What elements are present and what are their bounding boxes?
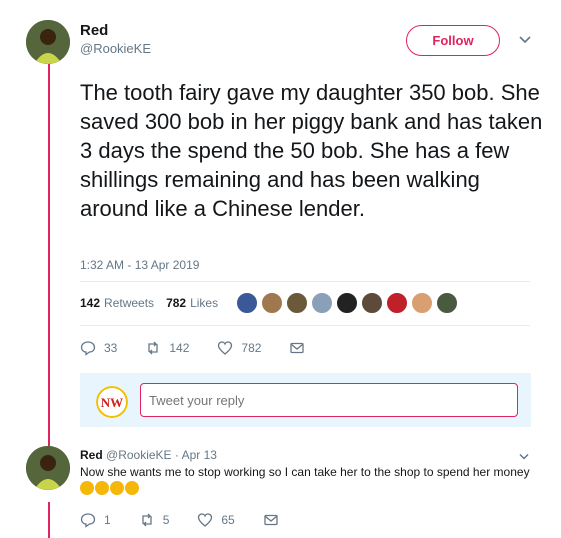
like-button[interactable]: 782: [217, 340, 261, 356]
retweet-icon: [148, 341, 159, 355]
follow-button[interactable]: Follow: [406, 25, 500, 56]
engagement-stats: 142 Retweets 782 Likes: [80, 293, 230, 313]
reply-author-handle[interactable]: @RookieKE: [106, 448, 172, 462]
reply-icon: [80, 341, 96, 356]
author-name[interactable]: Red: [80, 22, 108, 39]
liker-avatar[interactable]: [261, 292, 283, 314]
direct-message-button[interactable]: [289, 340, 313, 356]
laughing-emoji-icon: [110, 481, 124, 495]
reply-button[interactable]: 33: [80, 340, 117, 356]
chevron-down-icon[interactable]: [518, 453, 530, 461]
thread-line-lower: [48, 502, 50, 538]
heart-icon: [218, 341, 233, 355]
reply-message-button[interactable]: [263, 512, 287, 528]
reply-retweet-button[interactable]: 5: [139, 512, 169, 528]
reply-date[interactable]: · Apr 13: [175, 448, 217, 462]
reply-actions: 1 5 65: [80, 512, 315, 528]
tweet-timestamp[interactable]: 1:32 AM - 13 Apr 2019: [80, 258, 199, 272]
message-icon: [264, 514, 278, 526]
laughing-emoji-icon: [125, 481, 139, 495]
reply-header: Red @RookieKE · Apr 13: [80, 448, 217, 462]
retweets-stat[interactable]: 142 Retweets: [80, 296, 154, 310]
liker-avatar[interactable]: [386, 292, 408, 314]
author-avatar[interactable]: [26, 20, 70, 64]
current-user-avatar: NW: [96, 386, 128, 418]
heart-icon: [198, 513, 213, 527]
laughing-emoji-group: [80, 481, 140, 496]
liker-avatar[interactable]: [361, 292, 383, 314]
retweet-button[interactable]: 142: [145, 340, 189, 356]
reply-like-button[interactable]: 65: [197, 512, 235, 528]
tweet-text: The tooth fairy gave my daughter 350 bob…: [80, 80, 543, 221]
reply-reply-button[interactable]: 1: [80, 512, 111, 528]
retweet-icon: [142, 513, 152, 527]
likes-stat[interactable]: 782 Likes: [166, 296, 218, 310]
reply-author-name[interactable]: Red: [80, 448, 103, 462]
liker-avatars: [236, 292, 461, 314]
tweet-actions: 33 142 782: [80, 340, 341, 356]
reply-text-block: Now she wants me to stop working so I ca…: [80, 464, 530, 498]
reply-icon: [80, 513, 96, 528]
liker-avatar[interactable]: [311, 292, 333, 314]
laughing-emoji-icon: [95, 481, 109, 495]
reply-input[interactable]: [140, 383, 518, 417]
reply-composer: NW: [80, 373, 531, 427]
reply-text: Now she wants me to stop working so I ca…: [80, 465, 530, 479]
message-icon: [290, 342, 305, 354]
svg-text:NW: NW: [101, 395, 123, 410]
chevron-down-icon[interactable]: [518, 35, 532, 45]
liker-avatar[interactable]: [411, 292, 433, 314]
liker-avatar[interactable]: [436, 292, 458, 314]
thread-line: [48, 62, 50, 446]
reply-author-avatar[interactable]: [26, 446, 70, 490]
author-handle[interactable]: @RookieKE: [80, 41, 151, 56]
liker-avatar[interactable]: [236, 292, 258, 314]
divider: [80, 281, 530, 282]
laughing-emoji-icon: [80, 481, 94, 495]
liker-avatar[interactable]: [336, 292, 358, 314]
divider: [80, 325, 530, 326]
liker-avatar[interactable]: [286, 292, 308, 314]
